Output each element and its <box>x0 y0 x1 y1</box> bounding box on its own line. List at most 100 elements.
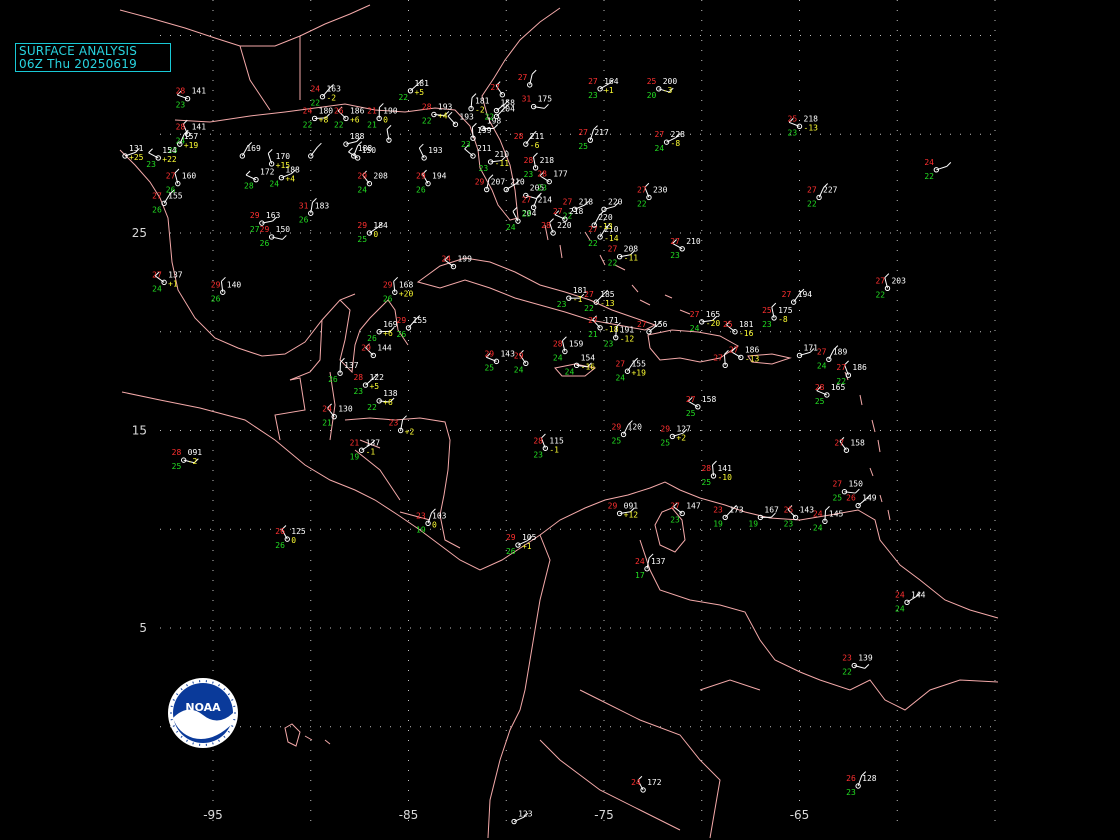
station-pressure-tendency: 0 <box>383 115 388 124</box>
station-pressure: 181 <box>414 79 429 88</box>
station-dewpoint: 24 <box>269 180 279 189</box>
station-plot: 27 23 164+1 <box>588 77 619 100</box>
station-pressure-tendency: +19 <box>184 141 199 150</box>
station-dewpoint: 26 <box>275 541 285 550</box>
station-pressure: 115 <box>549 436 564 445</box>
station-pressure: 200 <box>663 77 678 86</box>
station-pressure-tendency: -2 <box>326 94 336 103</box>
station-plot: 26 22 186+6 <box>334 106 365 129</box>
station-dewpoint: 22 <box>398 93 408 102</box>
station-temperature: 24 <box>441 255 451 264</box>
station-plot: 2925143 <box>484 349 515 372</box>
galapagos-islands <box>284 723 331 747</box>
station-dewpoint: 23 <box>788 128 798 137</box>
station-plot: 27 158 <box>834 436 865 453</box>
station-dewpoint: 28 <box>244 182 254 191</box>
station-pressure-tendency: +4 <box>285 175 295 184</box>
station-pressure: 128 <box>862 774 877 783</box>
station-temperature: 28 <box>533 436 543 445</box>
station-temperature: 29 <box>484 349 494 358</box>
station-pressure: 188 <box>350 132 365 141</box>
station-dewpoint: 23 <box>522 209 532 218</box>
station-dewpoint: 25 <box>686 409 696 418</box>
station-pressure: 177 <box>553 170 568 179</box>
station-plot: 23 154+22 <box>146 146 177 169</box>
station-plot: 123 <box>511 810 533 825</box>
station-dewpoint: 22 <box>807 199 817 208</box>
station-pressure-tendency: -12 <box>620 335 635 344</box>
station-pressure-tendency: +19 <box>631 368 646 377</box>
wind-barb <box>824 510 826 522</box>
station-pressure: 157 <box>184 132 199 141</box>
logo-text: NOAA <box>185 701 221 714</box>
station-plot: 27 24 165-20 <box>690 310 721 333</box>
station-pressure: 218 <box>804 114 819 123</box>
south-america-north-coast <box>487 534 551 839</box>
station-dewpoint: 23 <box>846 788 856 797</box>
station-temperature: 28 <box>172 448 182 457</box>
station-temperature: 29 <box>250 211 260 220</box>
station-plot: 25 23 218-13 <box>788 114 819 137</box>
station-pressure: 169 <box>383 320 398 329</box>
station-pressure: 193 <box>438 103 453 112</box>
wind-barb-flag <box>348 147 353 153</box>
station-plot: 23 19 1030 <box>416 508 447 534</box>
station-pressure: 091 <box>624 501 639 510</box>
station-pressure: 156 <box>653 320 668 329</box>
station-dewpoint: 22 <box>637 199 647 208</box>
station-plot: 26 23 128 <box>846 771 877 797</box>
station-dewpoint: 22 <box>367 403 377 412</box>
station-temperature: 27 <box>729 345 739 354</box>
station-pressure: 186 <box>745 345 760 354</box>
station-dewpoint: 26 <box>260 239 270 248</box>
station-pressure: 137 <box>168 270 183 279</box>
station-temperature: 29 <box>211 280 221 289</box>
station-plot: 220 <box>601 197 623 213</box>
station-pressure: 181 <box>475 97 490 106</box>
station-dewpoint: 26 <box>397 330 407 339</box>
station-dewpoint: 23 <box>604 340 614 349</box>
station-plot: 22 138+6 <box>367 389 398 412</box>
station-dewpoint: 26 <box>211 294 221 303</box>
station-temperature: 29 <box>397 316 407 325</box>
texas-coast <box>119 149 356 357</box>
station-pressure-tendency: +8 <box>319 115 329 124</box>
analysis-valid-time: 06Z Thu 20250619 <box>19 57 137 71</box>
latitude-label: 25 <box>132 226 147 240</box>
station-pressure: 199 <box>457 255 472 264</box>
station-pressure-tendency: +25 <box>129 153 144 162</box>
station-pressure: 154 <box>162 146 177 155</box>
longitude-label: -75 <box>594 808 614 822</box>
station-temperature: 27 <box>834 438 844 447</box>
station-plot: 22 181+5 <box>398 79 429 102</box>
station-pressure: 211 <box>530 132 545 141</box>
station-pressure-tendency: +22 <box>162 155 177 164</box>
station-temperature: 29 <box>612 422 622 431</box>
station-pressure: 144 <box>911 590 926 599</box>
station-plot: 28 211-6 <box>514 130 545 150</box>
station-pressure-tendency: 0 <box>432 520 437 529</box>
station-pressure: 138 <box>383 389 398 398</box>
station-dewpoint: 24 <box>813 523 823 532</box>
station-dewpoint: 24 <box>615 373 625 382</box>
station-pressure: 137 <box>651 557 666 566</box>
wind-barb <box>418 147 425 159</box>
station-temperature: 27 <box>578 128 588 137</box>
station-temperature: 29 <box>608 501 618 510</box>
station-pressure: 141 <box>192 87 207 96</box>
station-temperature: 29 <box>361 343 371 352</box>
station-plot: 23 19 173 <box>713 504 744 528</box>
station-pressure-tendency: +5 <box>369 382 379 391</box>
station-pressure: 181 <box>573 286 588 295</box>
station-pressure-tendency: +15 <box>276 161 291 170</box>
station-plot: 29 26 105+1 <box>506 533 537 556</box>
station-pressure-tendency: -16 <box>581 362 596 371</box>
longitude-label: -95 <box>203 808 223 822</box>
station-plot: 29 26 150 <box>260 225 291 248</box>
station-temperature: 27 <box>522 195 532 204</box>
station-plot: 27 22 203 <box>875 273 906 299</box>
station-temperature: 24 <box>924 158 934 167</box>
station-dewpoint: 23 <box>670 251 680 260</box>
station-plot: 2523143 <box>784 505 814 528</box>
station-temperature: 25 <box>723 320 733 329</box>
